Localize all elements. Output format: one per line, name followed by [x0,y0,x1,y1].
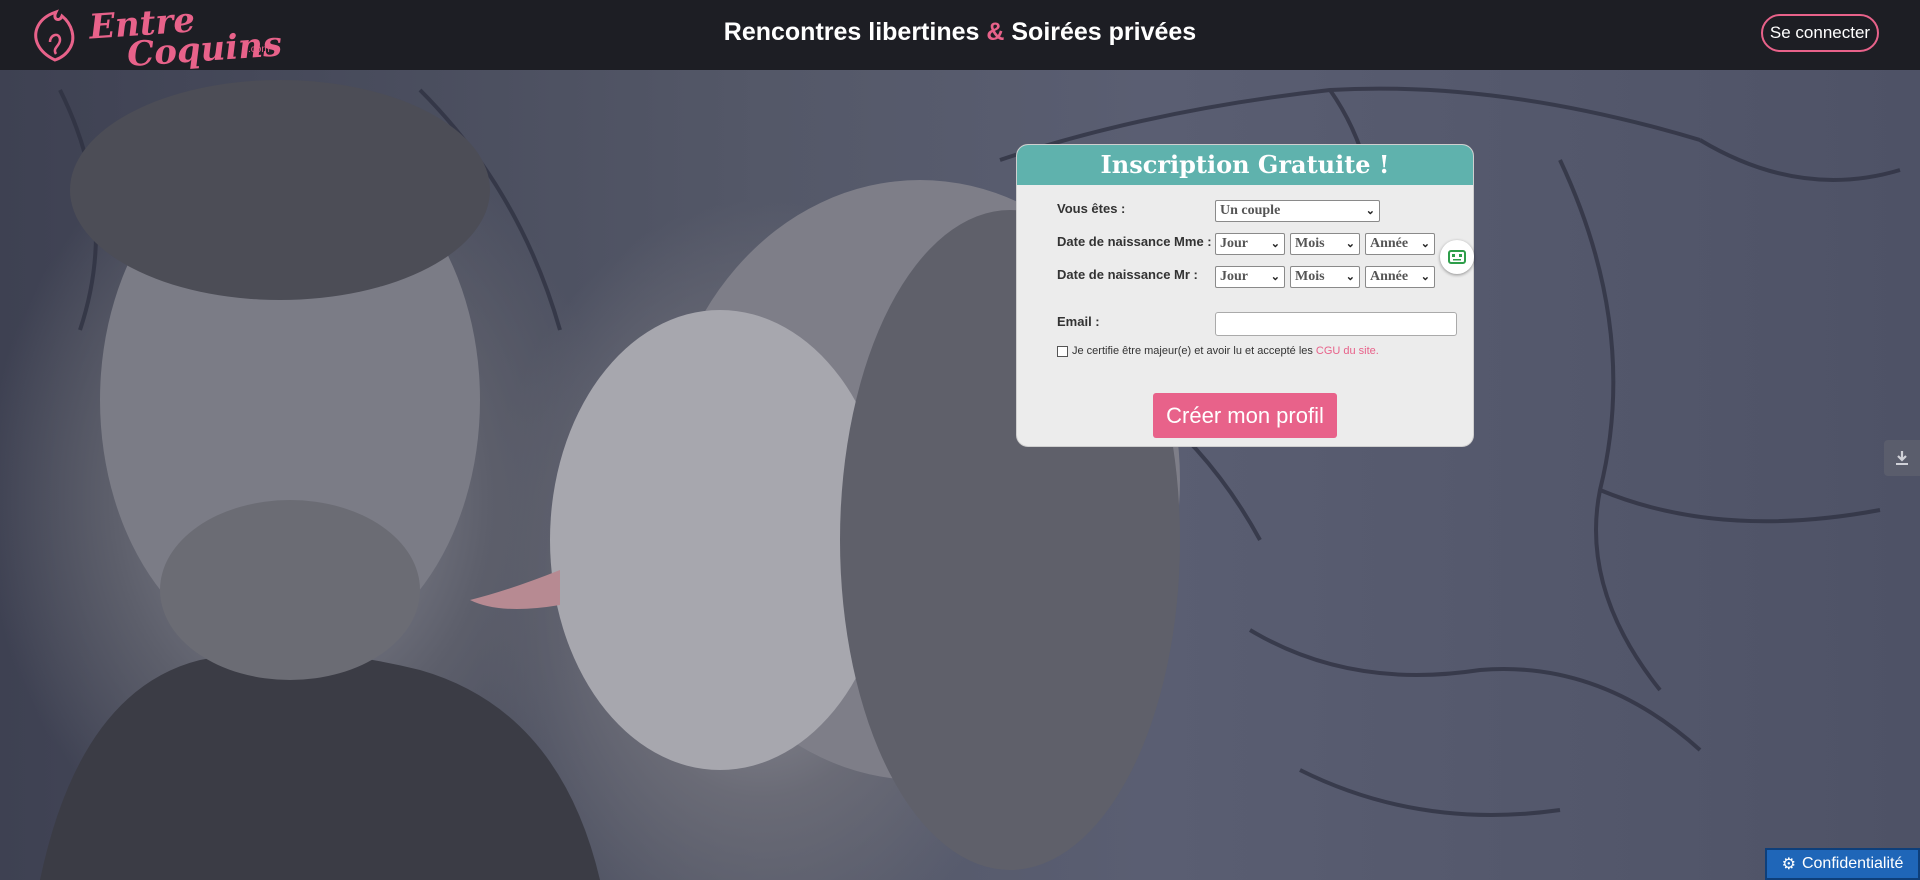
chevron-down-icon: ⌄ [1270,238,1280,250]
tagline-part-1: Rencontres libertines [723,18,980,46]
dob-mr-label: Date de naissance Mr : [1057,267,1198,282]
download-glyph [1896,451,1908,465]
chevron-down-icon: ⌄ [1345,238,1355,250]
email-field[interactable] [1215,312,1457,336]
you-are-value: Un couple [1220,203,1281,218]
dob-mme-day-select[interactable]: Jour ⌄ [1215,233,1285,255]
cgu-link[interactable]: CGU du site. [1316,345,1379,357]
you-are-label: Vous êtes : [1057,201,1126,216]
hero-background-image [0,70,1920,880]
certify-text: Je certifie être majeur(e) et avoir lu e… [1072,345,1313,357]
chevron-down-icon: ⌄ [1345,271,1355,283]
day-placeholder: Jour [1220,236,1248,251]
year-placeholder: Année [1370,269,1409,284]
form-title: Inscription Gratuite ! [1017,145,1473,185]
dob-mr-month-select[interactable]: Mois ⌄ [1290,266,1360,288]
dob-mr-year-select[interactable]: Année ⌄ [1365,266,1435,288]
login-button[interactable]: Se connecter [1761,14,1879,52]
chevron-down-icon: ⌄ [1420,238,1430,250]
create-profile-button[interactable]: Créer mon profil [1153,393,1337,438]
registration-form: Inscription Gratuite ! Vous êtes : Un co… [1016,144,1474,447]
you-are-select[interactable]: Un couple ⌄ [1215,200,1380,222]
background-illustration [40,80,1901,880]
certify-checkbox[interactable] [1057,345,1068,357]
download-icon[interactable] [1884,440,1920,476]
chevron-down-icon: ⌄ [1365,205,1375,217]
tagline-part-2: Soirées privées [1011,18,1197,46]
chevron-down-icon: ⌄ [1270,271,1280,283]
year-placeholder: Année [1370,236,1409,251]
day-placeholder: Jour [1220,269,1248,284]
privacy-label: Confidentialité [1801,855,1904,872]
site-tagline: Rencontres libertines & Soirées privées [0,18,1920,47]
month-placeholder: Mois [1295,236,1325,251]
robot-glyph [1448,250,1466,264]
chevron-down-icon: ⌄ [1420,271,1430,283]
dob-mme-month-select[interactable]: Mois ⌄ [1290,233,1360,255]
privacy-button[interactable]: ⚙ Confidentialité [1765,848,1920,880]
top-header: Entre Coquins .com Rencontres libertines… [0,0,1920,75]
dob-mr-day-select[interactable]: Jour ⌄ [1215,266,1285,288]
certify-row: Je certifie être majeur(e) et avoir lu e… [1057,345,1379,357]
month-placeholder: Mois [1295,269,1325,284]
tagline-ampersand: & [986,18,1005,46]
robot-icon[interactable] [1440,240,1474,274]
dob-mme-year-select[interactable]: Année ⌄ [1365,233,1435,255]
gear-icon: ⚙ [1781,856,1796,873]
dob-mme-label: Date de naissance Mme : [1057,234,1212,249]
email-label: Email : [1057,314,1100,329]
